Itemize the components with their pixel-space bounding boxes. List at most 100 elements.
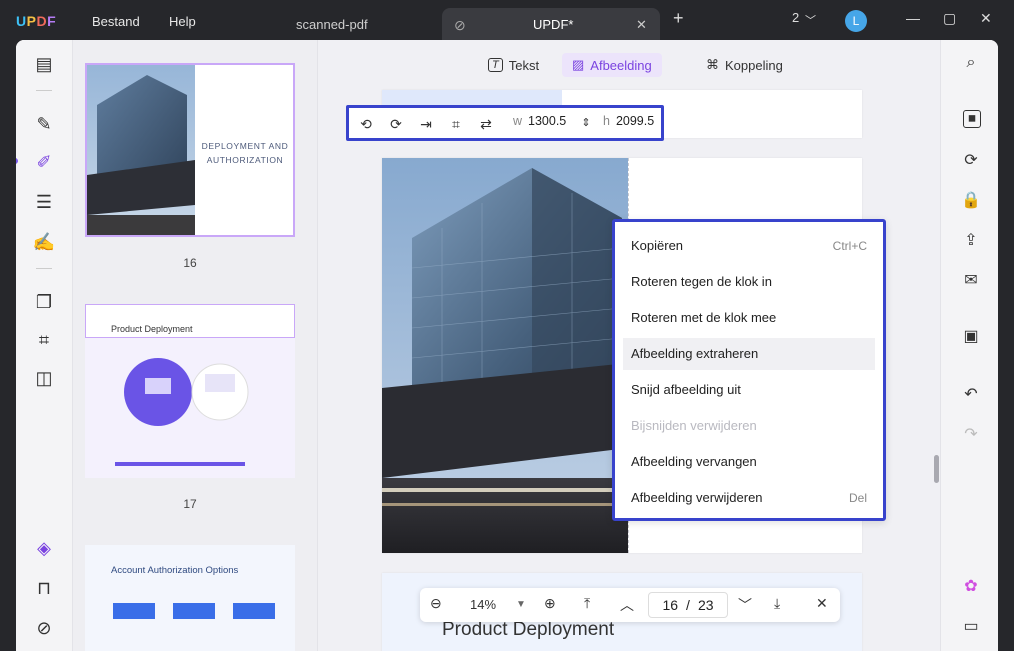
left-toolbar: ▤ ✎ ✐ ☰ ✍ ❐ ⌗ ◫ ◈ ⊓ ⊘ xyxy=(16,40,73,651)
tool-image[interactable]: ▨ Afbeelding xyxy=(562,53,662,77)
thumbnail-title: DEPLOYMENT AND xyxy=(201,141,289,151)
tab-label: scanned-pdf xyxy=(296,17,368,32)
convert-icon[interactable]: ⟳ xyxy=(961,150,981,170)
undo-icon[interactable]: ↶ xyxy=(961,384,981,404)
tool-link[interactable]: ⌘ Koppeling xyxy=(696,53,793,77)
zoom-toolbar: ⊖ 14% ▼ ⊕ ⤒ ︿ 16 / 23 ﹀ ⤓ ✕ xyxy=(420,588,840,622)
avatar[interactable]: L xyxy=(845,10,867,32)
save-icon[interactable]: ▣ xyxy=(961,326,981,346)
tab-scanned-pdf[interactable]: scanned-pdf xyxy=(270,8,440,40)
shortcut: Ctrl+C xyxy=(832,239,867,253)
thumbnail-panel: DEPLOYMENT AND AUTHORIZATION 16 Product … xyxy=(73,40,318,651)
thumbnail-title: AUTHORIZATION xyxy=(206,155,284,165)
thumbnail-title: Product Deployment xyxy=(111,324,193,334)
scrollbar-thumb[interactable] xyxy=(934,455,939,483)
height-field[interactable]: h 2099.5 xyxy=(603,114,654,136)
menu-item-extract-image[interactable]: Afbeelding extraheren xyxy=(623,338,875,370)
title-bar: UPDF Bestand Help scanned-pdf ⊘ UPDF* ✕ … xyxy=(0,0,1014,44)
menu-item-remove-crop: Bijsnijden verwijderen xyxy=(631,418,757,433)
context-menu: Kopiëren Ctrl+C Roteren tegen de klok in… xyxy=(612,219,886,521)
form-icon[interactable]: ☰ xyxy=(32,190,56,214)
tool-text[interactable]: T Tekst xyxy=(478,53,549,77)
reader-icon[interactable]: ▤ xyxy=(32,52,56,76)
crop-image-icon[interactable]: ⌗ xyxy=(447,116,465,132)
comment-icon[interactable]: ▭ xyxy=(961,616,981,636)
rotate-left-icon[interactable]: ⟲ xyxy=(357,116,375,132)
layers-icon[interactable]: ◈ xyxy=(32,536,56,560)
menu-item-rotate-cw[interactable]: Roteren met de klok mee xyxy=(623,302,875,334)
email-icon[interactable]: ✉ xyxy=(961,270,981,290)
comment-highlighter-icon[interactable]: ✎ xyxy=(32,112,56,136)
crop-pages-icon[interactable]: ⌗ xyxy=(32,328,56,352)
active-indicator xyxy=(16,158,18,164)
text-tool-icon: T xyxy=(488,58,503,72)
share-icon[interactable]: ⇪ xyxy=(961,230,981,250)
updf-logo: UPDF xyxy=(16,13,57,29)
thumbnail-title: Account Authorization Options xyxy=(111,565,239,576)
tools-icon[interactable]: ◫ xyxy=(32,366,56,390)
close-window-icon[interactable]: ✕ xyxy=(980,10,992,27)
last-page-icon[interactable]: ⤓ xyxy=(774,595,780,612)
app-window: ▤ ✎ ✐ ☰ ✍ ❐ ⌗ ◫ ◈ ⊓ ⊘ DEPLOYMENT AND AUT… xyxy=(16,40,998,651)
divider xyxy=(36,90,52,91)
thumbnail-options xyxy=(113,603,275,619)
thumbnail-page-number: 17 xyxy=(183,497,197,511)
menu-item-replace-image[interactable]: Afbeelding vervangen xyxy=(623,446,875,478)
right-toolbar: ⌕ ◼ ⟳ 🔒 ⇪ ✉ ▣ ↶ ↷ ✿ ▭ xyxy=(940,40,998,651)
organize-pages-icon[interactable]: ❐ xyxy=(32,290,56,314)
bookmark-icon[interactable]: ⊓ xyxy=(32,576,56,600)
menu-bestand[interactable]: Bestand xyxy=(92,14,140,29)
image-toolbar: ⟲ ⟳ ⇥ ⌗ ⇄ w 1300.5 ⇕ h 2099.5 xyxy=(346,105,664,141)
menu-item-copy[interactable]: Kopiëren Ctrl+C xyxy=(623,230,875,262)
chevron-down-icon[interactable]: ﹀ xyxy=(805,12,816,28)
close-tab-icon[interactable]: ✕ xyxy=(636,17,647,33)
tab-label: UPDF* xyxy=(533,17,574,32)
next-page-icon[interactable]: ﹀ xyxy=(738,595,752,615)
current-page: 16 xyxy=(662,597,679,613)
thumbnail-page-16[interactable]: DEPLOYMENT AND AUTHORIZATION xyxy=(85,63,295,237)
building-photo[interactable] xyxy=(382,158,628,553)
extract-image-icon[interactable]: ⇥ xyxy=(417,116,435,132)
rotate-right-icon[interactable]: ⟳ xyxy=(387,116,405,132)
divider xyxy=(36,268,52,269)
window-count[interactable]: 2 xyxy=(792,10,799,25)
height-label: h xyxy=(603,114,610,128)
width-value: 1300.5 xyxy=(528,114,567,128)
tool-link-label: Koppeling xyxy=(725,57,783,73)
close-zoom-bar-icon[interactable]: ✕ xyxy=(816,595,828,612)
page-heading: Product Deployment xyxy=(442,619,615,640)
protect-icon[interactable]: 🔒 xyxy=(961,190,981,210)
menu-item-delete-image[interactable]: Afbeelding verwijderen Del xyxy=(623,482,875,514)
ocr-icon[interactable]: ◼ xyxy=(963,110,981,128)
width-field[interactable]: w 1300.5 xyxy=(513,114,566,136)
tab-updf[interactable]: ⊘ UPDF* ✕ xyxy=(442,8,660,40)
menu-help[interactable]: Help xyxy=(169,14,196,29)
first-page-icon[interactable]: ⤒ xyxy=(584,595,590,612)
thumbnail-page-18[interactable]: Account Authorization Options xyxy=(85,545,295,651)
height-value: 2099.5 xyxy=(615,114,655,128)
replace-image-icon[interactable]: ⇄ xyxy=(477,116,495,132)
minimize-icon[interactable]: — xyxy=(906,10,920,26)
search-icon[interactable]: ⌕ xyxy=(961,54,981,74)
width-label: w xyxy=(513,114,523,128)
thumbnail-page-17[interactable]: Product Deployment xyxy=(85,304,295,478)
lock-ratio-icon[interactable]: ⇕ xyxy=(577,116,595,132)
menu-item-crop-image[interactable]: Snijd afbeelding uit xyxy=(623,374,875,406)
zoom-in-icon[interactable]: ⊕ xyxy=(544,595,556,612)
zoom-dropdown-icon[interactable]: ▼ xyxy=(516,599,526,610)
tool-text-label: Tekst xyxy=(508,57,540,73)
shortcut: Del xyxy=(848,491,867,505)
ai-assistant-icon[interactable]: ✿ xyxy=(961,576,981,596)
maximize-icon[interactable]: ▢ xyxy=(943,10,956,27)
zoom-out-icon[interactable]: ⊖ xyxy=(430,595,442,612)
attachment-icon[interactable]: ⊘ xyxy=(32,616,56,640)
redo-icon[interactable]: ↷ xyxy=(961,424,981,444)
previous-page-icon[interactable]: ︿ xyxy=(620,595,634,615)
zoom-level[interactable]: 14% xyxy=(458,597,508,612)
page-input[interactable]: 16 / 23 xyxy=(648,592,728,618)
menu-item-rotate-ccw[interactable]: Roteren tegen de klok in xyxy=(623,266,875,298)
fill-sign-icon[interactable]: ✍ xyxy=(32,230,56,254)
new-tab-icon[interactable]: + xyxy=(673,8,684,29)
edit-pdf-icon[interactable]: ✐ xyxy=(32,150,56,174)
cloud-off-icon: ⊘ xyxy=(454,17,466,33)
